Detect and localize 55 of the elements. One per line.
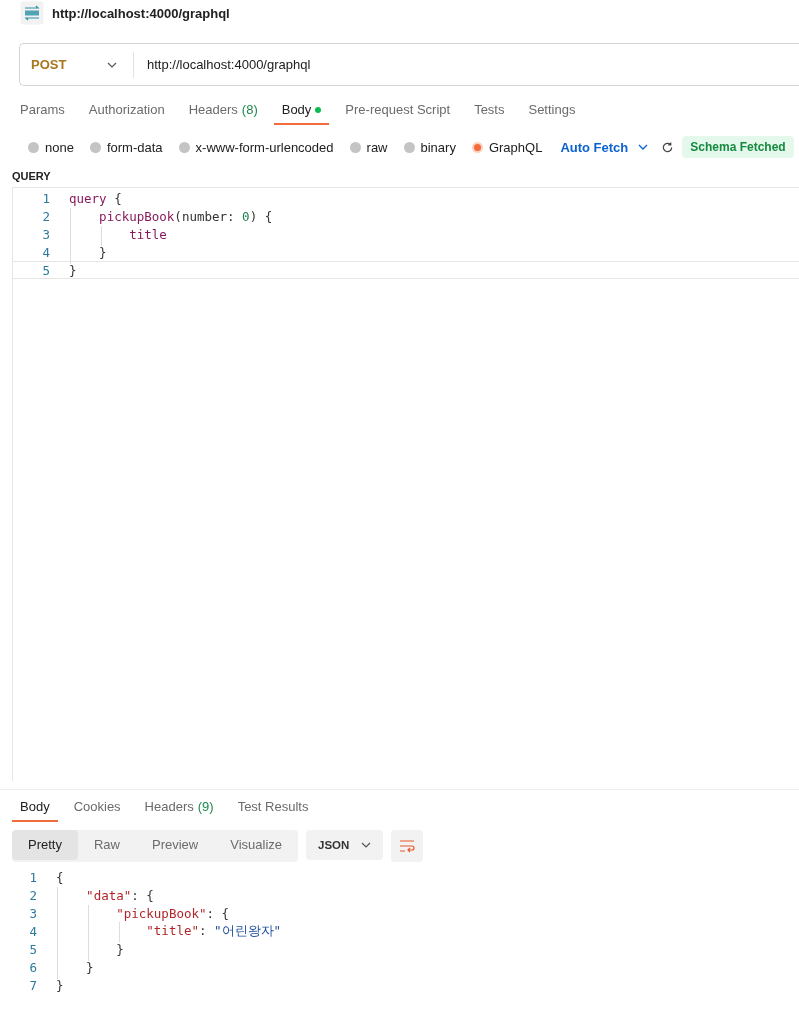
body-type-radio[interactable]: form-data: [89, 139, 163, 155]
body-type-radio[interactable]: GraphQL: [471, 139, 543, 155]
line-number: 1: [41, 190, 51, 206]
code-line: }: [56, 977, 64, 993]
request-tab[interactable]: Pre-request Script: [337, 99, 459, 125]
url-field[interactable]: http://localhost:4000/graphql: [134, 57, 311, 72]
view-mode-button[interactable]: Preview: [136, 830, 215, 860]
code-line: pickupBook(number: 0) {: [69, 208, 273, 224]
chevron-down-icon[interactable]: [638, 144, 649, 150]
format-dropdown[interactable]: JSON: [306, 830, 384, 860]
refresh-icon[interactable]: [661, 140, 675, 154]
response-tab[interactable]: Body: [12, 796, 58, 822]
method-dropdown[interactable]: POST: [20, 51, 134, 78]
http-icon: [20, 1, 44, 25]
line-number: 3: [41, 226, 51, 242]
code-line: query {: [69, 190, 122, 206]
query-label: QUERY: [11, 170, 52, 182]
line-number: 7: [28, 977, 38, 993]
code-line: "pickupBook": {: [56, 905, 230, 921]
request-tab[interactable]: Params: [12, 99, 73, 125]
request-tab[interactable]: Authorization: [80, 99, 173, 125]
schema-status-badge: Schema Fetched: [682, 136, 794, 158]
chevron-down-icon: [361, 842, 372, 848]
line-number: 4: [28, 923, 38, 939]
line-number: 5: [41, 262, 51, 278]
line-number: 5: [28, 941, 38, 957]
line-number: 1: [28, 869, 38, 885]
query-editor[interactable]: 1 query { 2 pickupBook(number: 0) { 3 title 4 } 5 }: [12, 187, 799, 781]
view-mode-button[interactable]: Raw: [77, 830, 136, 860]
body-type-radio[interactable]: raw: [349, 139, 388, 155]
request-tab[interactable]: Headers (8): [180, 99, 266, 125]
request-tab[interactable]: Tests: [466, 99, 513, 125]
wrap-lines-icon: [399, 839, 416, 853]
request-title: http://localhost:4000/graphql: [52, 5, 230, 21]
code-line: {: [56, 869, 64, 885]
body-type-radio[interactable]: x-www-form-urlencoded: [178, 139, 334, 155]
view-mode-button[interactable]: Pretty: [12, 830, 78, 860]
response-tab[interactable]: Headers (9): [136, 796, 222, 822]
code-line: }: [69, 262, 77, 278]
code-line: "data": {: [56, 887, 154, 903]
line-number: 2: [28, 887, 38, 903]
line-number: 3: [28, 905, 38, 921]
line-number: 4: [41, 244, 51, 260]
view-mode-button[interactable]: Visualize: [214, 830, 299, 860]
request-tab[interactable]: Settings: [520, 99, 584, 125]
line-number: 6: [28, 959, 38, 975]
request-tab[interactable]: Body: [273, 99, 330, 125]
response-tab[interactable]: Test Results: [229, 796, 317, 822]
code-line: "title": "어린왕자": [56, 922, 282, 940]
body-type-radio[interactable]: none: [28, 139, 74, 155]
body-type-radio[interactable]: binary: [403, 139, 456, 155]
chevron-down-icon: [107, 61, 117, 68]
auto-fetch-button[interactable]: Auto Fetch: [560, 139, 629, 155]
response-tab[interactable]: Cookies: [65, 796, 129, 822]
line-number: 2: [41, 208, 51, 224]
